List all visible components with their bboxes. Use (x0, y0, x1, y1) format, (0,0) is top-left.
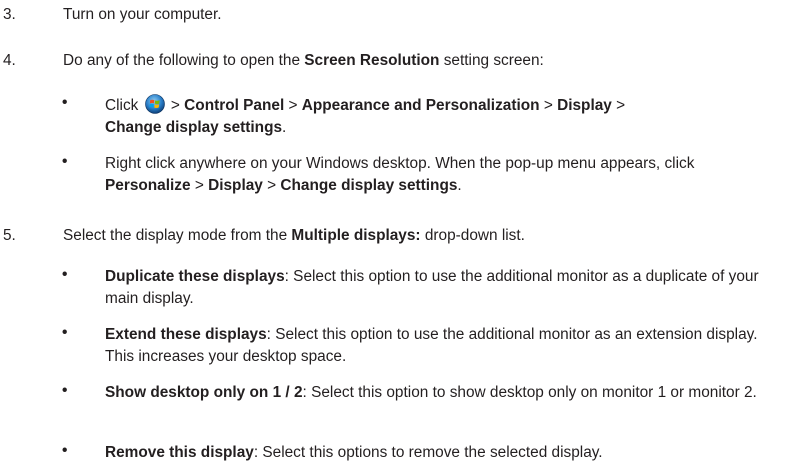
bullet-text: Remove this display: Select this options… (105, 444, 603, 461)
bullet-text: Show desktop only on 1 / 2: Select this … (105, 384, 757, 401)
bullet-text: Click > Control Panel > Appearance and P… (105, 94, 765, 139)
bullet: • (62, 266, 68, 283)
step-text: Do any of the following to open the Scre… (63, 52, 544, 69)
bullet-text: Duplicate these displays: Select this op… (105, 268, 759, 307)
step-number: 5. (3, 227, 16, 244)
bullet-text: Extend these displays: Select this optio… (105, 326, 758, 365)
bullet: • (62, 442, 68, 459)
step-text: Select the display mode from the Multipl… (63, 227, 525, 244)
step-number: 4. (3, 52, 16, 69)
bullet: • (62, 153, 68, 170)
bullet: • (62, 324, 68, 341)
bullet-text: Right click anywhere on your Windows des… (105, 155, 695, 194)
document-page: 3. Turn on your computer. 4. Do any of t… (0, 0, 798, 475)
step-text: Turn on your computer. (63, 6, 222, 23)
bullet: • (62, 382, 68, 399)
windows-start-orb-icon[interactable] (144, 94, 165, 114)
bullet: • (62, 94, 68, 111)
step-number: 3. (3, 6, 16, 23)
